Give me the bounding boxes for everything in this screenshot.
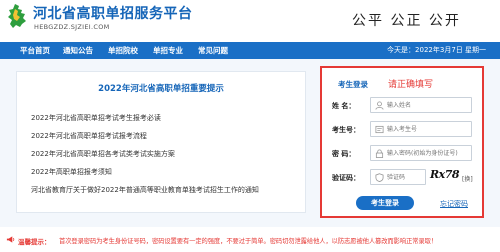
notice-item[interactable]: 2022年河北省高职单招各考试类考试实施方案 [31, 149, 175, 159]
shield-icon [375, 173, 384, 182]
password-label: 密 码： [332, 150, 356, 158]
site-title: 河北省高职单招服务平台 [33, 6, 193, 22]
login-panel: 考生登录 请正确填写 姓 名： 考生号： 密 码： [320, 66, 484, 218]
notice-item[interactable]: 河北省教育厅关于做好2022年普通高等职业教育单独考试招生工作的通知 [31, 185, 259, 195]
notice-item[interactable]: 2022年河北省高职单招考试考生报考必读 [31, 113, 161, 123]
site-header: 河北省高职单招服务平台 HEBGZDZ.SJZIEI.COM 公平 公正 公开 [0, 0, 500, 42]
captcha-image[interactable]: Rx78 [430, 168, 460, 184]
nav-home[interactable]: 平台首页 [20, 42, 50, 59]
name-input[interactable] [387, 99, 471, 111]
nav-majors[interactable]: 单招专业 [153, 42, 183, 59]
id-card-icon [375, 125, 384, 134]
tip-text: 首次登录密码为考生身份证号码，密码设置要有一定的强度，不要过于简单。密码切勿泄露… [59, 238, 438, 245]
lock-icon [375, 149, 384, 158]
main-navigation: 平台首页 通知公告 单招院校 单招专业 常见问题 今天是：2022年3月7日 星… [0, 42, 500, 59]
captcha-label: 验证码： [332, 174, 360, 182]
exam-number-input[interactable] [387, 123, 471, 135]
password-field[interactable] [370, 145, 472, 161]
main-content: 2022年河北省高职单招重要提示 2022年河北省高职单招考试考生报考必读 20… [0, 59, 500, 227]
captcha-input[interactable] [387, 171, 425, 183]
captcha-refresh-link[interactable]: [换] [462, 174, 473, 183]
exam-number-label: 考生号： [332, 126, 360, 134]
notice-panel: 2022年河北省高职单招重要提示 2022年河北省高职单招考试考生报考必读 20… [16, 71, 306, 213]
exam-number-field[interactable] [370, 121, 472, 137]
tip-bar: 温馨提示： 首次登录密码为考生身份证号码，密码设置要有一定的强度，不要过于简单。… [0, 227, 500, 252]
captcha-field[interactable] [370, 169, 426, 185]
site-url: HEBGZDZ.SJZIEI.COM [34, 23, 110, 31]
name-label: 姓 名： [332, 102, 356, 110]
tip-label: 温馨提示： [18, 238, 51, 246]
megaphone-icon [6, 236, 15, 243]
notice-item[interactable]: 2022年河北省高职单招考试报考流程 [31, 131, 147, 141]
nav-announcements[interactable]: 通知公告 [63, 42, 93, 59]
login-note: 请正确填写 [388, 80, 434, 90]
current-date: 今天是：2022年3月7日 星期一 [387, 46, 486, 54]
forgot-password-link[interactable]: 忘记密码 [440, 199, 468, 209]
notice-item[interactable]: 2022年高职单招报考须知 [31, 167, 112, 177]
site-slogan: 公平 公正 公开 [352, 13, 461, 29]
name-field[interactable] [370, 97, 472, 113]
hebei-map-logo-icon [8, 4, 26, 28]
password-input[interactable] [387, 147, 471, 159]
nav-colleges[interactable]: 单招院校 [108, 42, 138, 59]
user-icon [375, 101, 384, 110]
nav-faq[interactable]: 常见问题 [198, 42, 228, 59]
login-header: 考生登录 [338, 80, 368, 89]
login-button[interactable]: 考生登录 [356, 196, 414, 210]
notice-title: 2022年河北省高职单招重要提示 [98, 84, 224, 94]
